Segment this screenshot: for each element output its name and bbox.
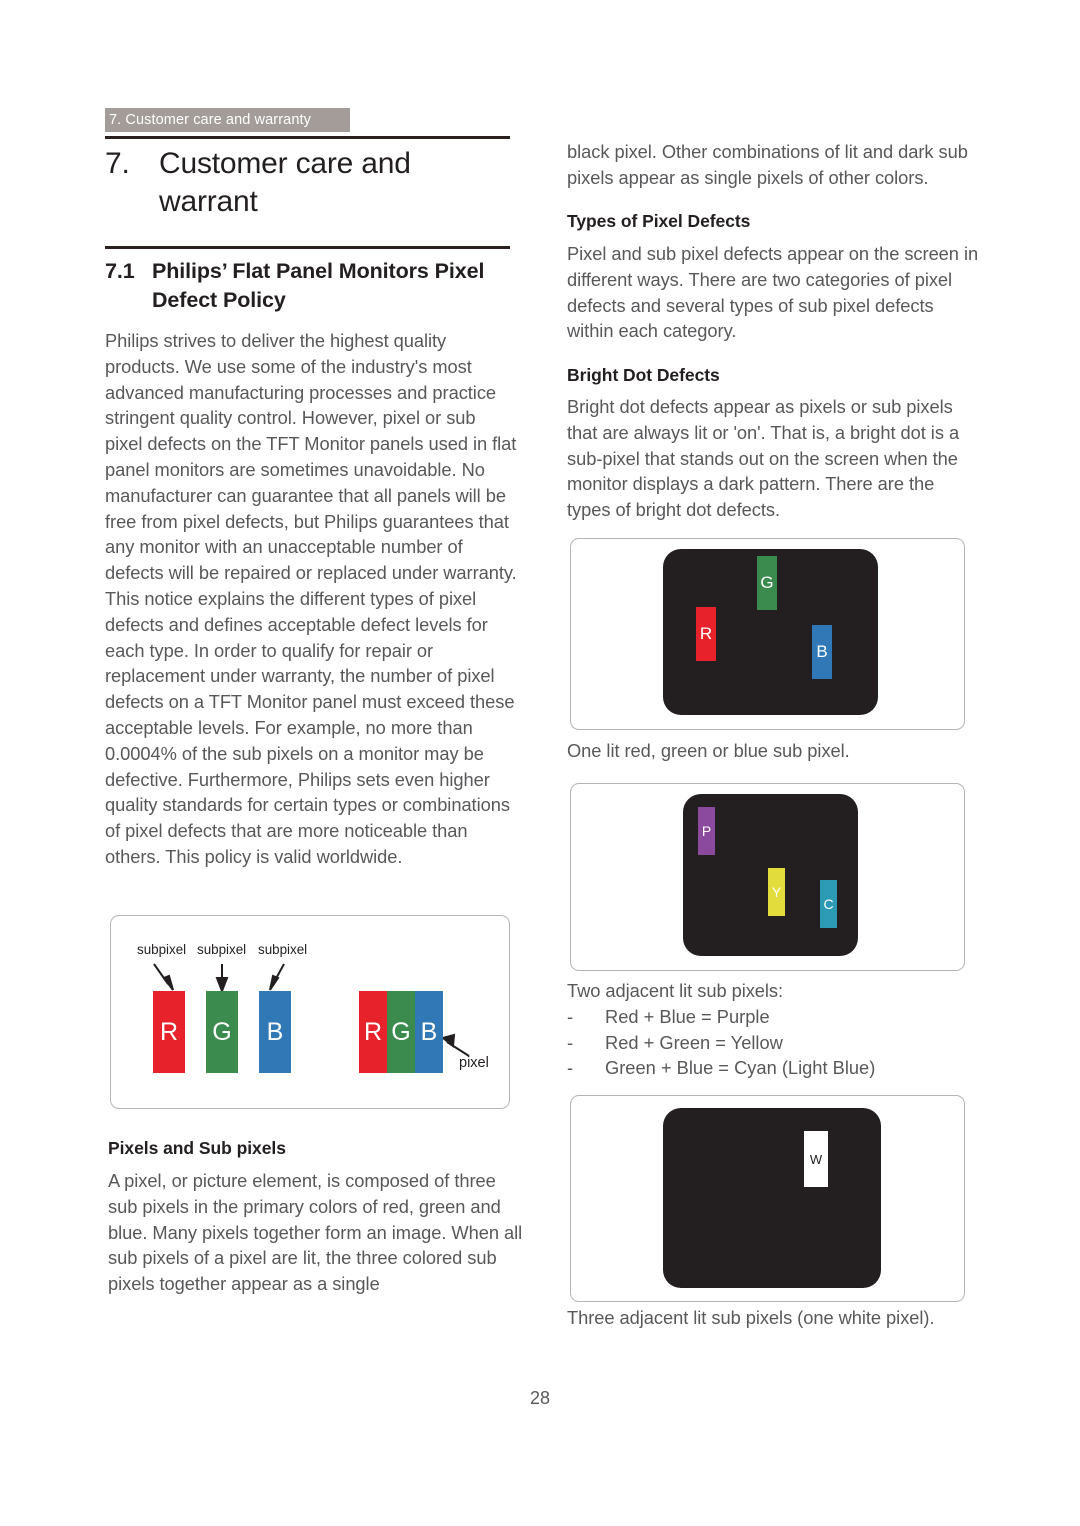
section-title: 7.1 Philips’ Flat Panel Monitors Pixel De… xyxy=(105,257,517,315)
bright-dot-figure-two: P Y C xyxy=(570,783,965,971)
bright-dot-heading-block: Bright Dot Defects xyxy=(567,365,979,386)
left-intro-block: Philips strives to deliver the highest q… xyxy=(105,328,517,870)
figure-one-caption-block: One lit red, green or blue sub pixel. xyxy=(567,738,982,764)
figure-three-screen xyxy=(663,1108,881,1288)
figure-two-dot-cyan: C xyxy=(820,880,837,928)
chapter-title: 7. Customer care and warrant xyxy=(105,145,515,222)
chapter-rule-top xyxy=(105,136,510,139)
bright-dot-figure-three: W xyxy=(570,1095,965,1302)
list-item: - Green + Blue = Cyan (Light Blue) xyxy=(567,1055,982,1081)
figure-three-caption: Three adjacent lit sub pixels (one white… xyxy=(567,1307,935,1328)
figure-three-caption-block: Three adjacent lit sub pixels (one white… xyxy=(567,1305,987,1331)
pixels-paragraph: A pixel, or picture element, is composed… xyxy=(108,1170,523,1295)
list-item-label: Green + Blue = Cyan (Light Blue) xyxy=(605,1057,876,1079)
subpixel-diagram-figure: subpixel subpixel subpixel R G B R G B p… xyxy=(110,915,510,1109)
figure-one-dot-blue: B xyxy=(812,625,832,679)
pixel-bar-red: R xyxy=(359,991,387,1073)
bright-dot-paragraph: Bright dot defects appear as pixels or s… xyxy=(567,396,960,521)
subpixel-bar-blue: B xyxy=(259,991,291,1073)
chapter-title-text: Customer care and warrant xyxy=(159,147,411,219)
types-of-pixel-defects-heading: Types of Pixel Defects xyxy=(567,211,751,231)
pixel-bar-green: G xyxy=(387,991,415,1073)
section-rule xyxy=(105,246,510,249)
pixels-paragraph-block: A pixel, or picture element, is composed… xyxy=(108,1168,523,1297)
list-item: - Red + Green = Yellow xyxy=(567,1030,982,1056)
subpixel-bar-red: R xyxy=(153,991,185,1073)
section-title-text: Philips’ Flat Panel Monitors Pixel Defec… xyxy=(152,259,485,313)
pixel-bar-blue: B xyxy=(415,991,443,1073)
document-page: 7. Customer care and warranty 7. Customer… xyxy=(0,0,1080,1526)
section-number: 7.1 xyxy=(105,259,135,283)
figure-two-caption-intro: Two adjacent lit sub pixels: xyxy=(567,980,784,1001)
pixel-callout-label: pixel xyxy=(459,1055,489,1071)
list-dash: - xyxy=(567,1031,574,1053)
bright-dot-paragraph-block: Bright dot defects appear as pixels or s… xyxy=(567,394,982,523)
running-header: 7. Customer care and warranty xyxy=(105,108,350,132)
continuation-block: black pixel. Other combinations of lit a… xyxy=(567,139,982,191)
types-paragraph-block: Pixel and sub pixel defects appear on th… xyxy=(567,241,982,344)
figure-two-dot-purple: P xyxy=(698,807,715,855)
list-item-label: Red + Blue = Purple xyxy=(605,1005,770,1027)
running-header-label: 7. Customer care and warranty xyxy=(109,112,311,128)
chapter-number: 7. xyxy=(105,147,130,180)
intro-paragraph: Philips strives to deliver the highest q… xyxy=(105,330,517,867)
list-dash: - xyxy=(567,1005,574,1027)
continuation-paragraph: black pixel. Other combinations of lit a… xyxy=(567,141,968,188)
subpixel-bar-green: G xyxy=(206,991,238,1073)
types-heading-block: Types of Pixel Defects xyxy=(567,211,979,232)
figure-three-dot-white: W xyxy=(804,1131,828,1187)
types-paragraph: Pixel and sub pixel defects appear on th… xyxy=(567,243,979,342)
page-number: 28 xyxy=(529,1388,551,1408)
list-item-label: Red + Green = Yellow xyxy=(605,1031,783,1053)
pixels-and-sub-pixels-heading: Pixels and Sub pixels xyxy=(108,1138,286,1158)
pixels-heading-block: Pixels and Sub pixels xyxy=(108,1138,520,1159)
figure-one-caption: One lit red, green or blue sub pixel. xyxy=(567,740,850,761)
list-dash: - xyxy=(567,1057,574,1079)
bright-dot-defects-heading: Bright Dot Defects xyxy=(567,365,720,385)
figure-one-dot-red: R xyxy=(696,607,716,661)
color-combination-list: - Red + Blue = Purple - Red + Green = Yell… xyxy=(567,1004,982,1081)
figure-two-caption-block: Two adjacent lit sub pixels: - Red + Blue… xyxy=(567,978,982,1081)
figure-one-dot-green: G xyxy=(757,556,777,610)
bright-dot-figure-one: R G B xyxy=(570,538,965,730)
list-item: - Red + Blue = Purple xyxy=(567,1004,982,1030)
figure-two-dot-yellow: Y xyxy=(768,868,785,916)
